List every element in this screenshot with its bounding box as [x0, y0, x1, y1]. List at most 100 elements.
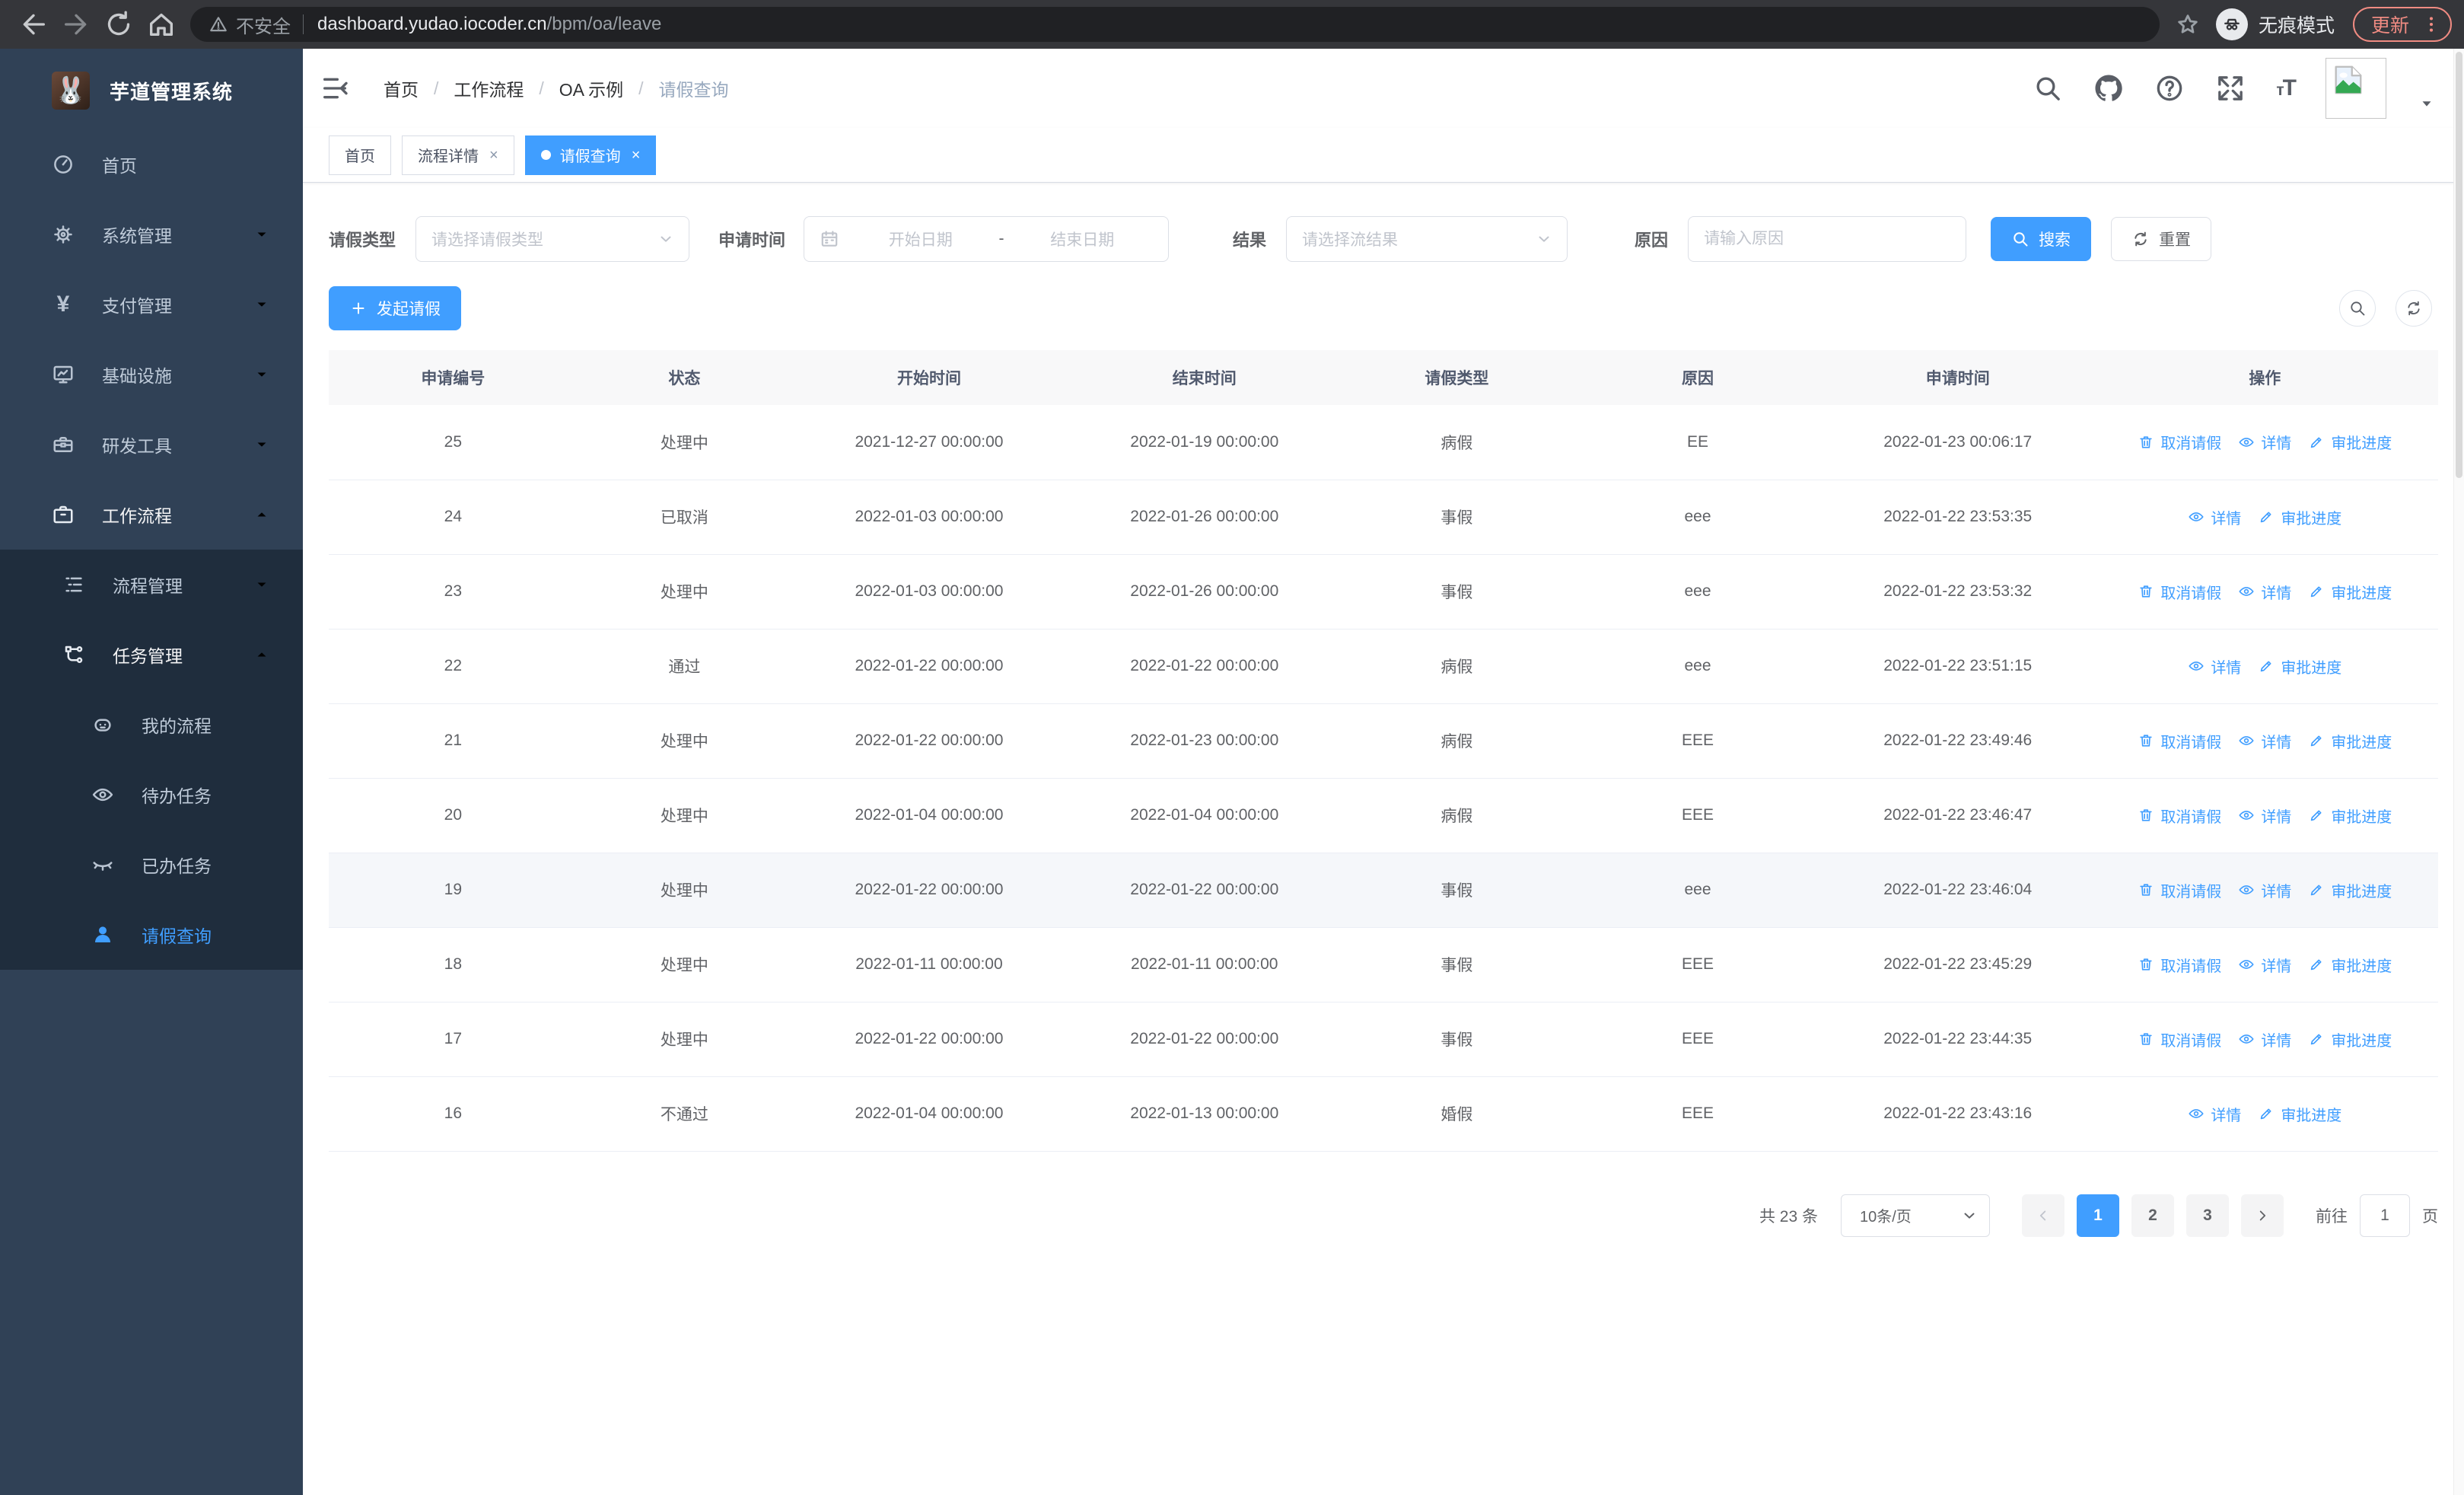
sidebar-collapse-icon[interactable] — [320, 73, 350, 104]
page-scrollbar[interactable] — [2453, 49, 2464, 1495]
result-select[interactable]: 请选择流结果 — [1286, 216, 1568, 262]
action-cancel[interactable]: 取消请假 — [2138, 879, 2221, 901]
table-row[interactable]: 16 不通过 2022-01-04 00:00:00 2022-01-13 00:00… — [329, 1076, 2438, 1152]
action-progress[interactable]: 审批进度 — [2258, 506, 2341, 528]
refresh-table-button[interactable] — [2396, 290, 2432, 327]
goto-page-input[interactable] — [2360, 1194, 2410, 1237]
action-progress[interactable]: 审批进度 — [2308, 581, 2392, 603]
action-cancel[interactable]: 取消请假 — [2138, 581, 2221, 603]
header-search-icon[interactable] — [2033, 73, 2063, 104]
sidebar-item-my-process[interactable]: 我的流程 — [0, 690, 303, 760]
tab-close-icon[interactable]: × — [489, 148, 498, 163]
table-row[interactable]: 24 已取消 2022-01-03 00:00:00 2022-01-26 00:00… — [329, 480, 2438, 555]
browser-reload-button[interactable] — [103, 9, 134, 40]
action-detail[interactable]: 详情 — [2238, 1028, 2291, 1050]
search-button[interactable]: 搜索 — [1991, 217, 2092, 261]
sidebar-item-leave-query[interactable]: 请假查询 — [0, 900, 303, 970]
action-detail[interactable]: 详情 — [2188, 1103, 2241, 1125]
table-row[interactable]: 18 处理中 2022-01-11 00:00:00 2022-01-11 00:00… — [329, 927, 2438, 1003]
toggle-search-button[interactable] — [2339, 290, 2376, 327]
reason-input[interactable] — [1704, 230, 1951, 248]
app-logo-row[interactable]: 🐰 芋道管理系统 — [0, 49, 303, 129]
sidebar-item-process-mgmt[interactable]: 流程管理 — [0, 550, 303, 620]
breadcrumb-item[interactable]: OA 示例 — [559, 75, 623, 101]
sidebar-item-devtools[interactable]: 研发工具 — [0, 410, 303, 480]
tab-流程详情[interactable]: 流程详情 × — [402, 135, 514, 175]
table-row[interactable]: 21 处理中 2022-01-22 00:00:00 2022-01-23 00:00… — [329, 703, 2438, 779]
action-progress[interactable]: 审批进度 — [2308, 879, 2392, 901]
page-size-select[interactable]: 10条/页 — [1841, 1194, 1990, 1237]
action-progress[interactable]: 审批进度 — [2308, 431, 2392, 453]
action-label: 取消请假 — [2160, 435, 2222, 453]
action-detail[interactable]: 详情 — [2188, 506, 2241, 528]
action-detail[interactable]: 详情 — [2238, 954, 2291, 976]
tab-close-icon[interactable]: × — [632, 148, 641, 163]
tab-请假查询[interactable]: 请假查询 × — [524, 135, 657, 175]
help-icon[interactable] — [2154, 73, 2185, 104]
browser-update-button[interactable]: 更新 — [2352, 7, 2452, 42]
action-progress[interactable]: 审批进度 — [2308, 730, 2392, 752]
browser-forward-button[interactable] — [61, 9, 91, 40]
action-progress[interactable]: 审批进度 — [2308, 954, 2392, 976]
user-menu-caret-icon[interactable] — [2418, 95, 2435, 112]
browser-menu-icon[interactable] — [2421, 14, 2441, 34]
action-cancel[interactable]: 取消请假 — [2138, 1028, 2221, 1050]
breadcrumb-item[interactable]: 工作流程 — [454, 75, 524, 101]
table-row[interactable]: 23 处理中 2022-01-03 00:00:00 2022-01-26 00:00… — [329, 554, 2438, 630]
sidebar-item-task-mgmt[interactable]: 任务管理 — [0, 620, 303, 690]
page-button-2[interactable]: 2 — [2131, 1194, 2174, 1237]
address-bar[interactable]: 不安全 dashboard.yudao.iocoder.cn/bpm/oa/le… — [190, 7, 2160, 42]
scrollbar-thumb[interactable] — [2456, 52, 2462, 478]
action-detail[interactable]: 详情 — [2238, 879, 2291, 901]
action-detail[interactable]: 详情 — [2188, 655, 2241, 677]
create-leave-button[interactable]: 发起请假 — [329, 286, 461, 330]
update-label: 更新 — [2370, 15, 2409, 37]
sidebar-item-workflow[interactable]: 工作流程 — [0, 480, 303, 550]
breadcrumb-item[interactable]: 首页 — [384, 75, 419, 101]
action-cancel[interactable]: 取消请假 — [2138, 805, 2221, 827]
table-row[interactable]: 22 通过 2022-01-22 00:00:00 2022-01-22 00:00:… — [329, 629, 2438, 704]
apply-time-range-picker[interactable]: 开始日期 - 结束日期 — [804, 216, 1170, 262]
action-detail[interactable]: 详情 — [2238, 805, 2291, 827]
action-detail[interactable]: 详情 — [2238, 730, 2291, 752]
action-progress[interactable]: 审批进度 — [2308, 1028, 2392, 1050]
next-page-button[interactable] — [2241, 1194, 2284, 1237]
chevron-down-icon — [657, 230, 675, 248]
leave-type-select[interactable]: 请选择请假类型 — [415, 216, 690, 262]
action-progress[interactable]: 审批进度 — [2308, 805, 2392, 827]
font-size-icon[interactable]: тT — [2276, 75, 2297, 101]
eye-icon — [2238, 583, 2255, 600]
sidebar-item-todo-task[interactable]: 待办任务 — [0, 760, 303, 830]
user-avatar[interactable] — [2326, 58, 2386, 119]
sidebar-item-infra[interactable]: 基础设施 — [0, 339, 303, 410]
bookmark-star-icon[interactable] — [2175, 11, 2201, 37]
table-row[interactable]: 19 处理中 2022-01-22 00:00:00 2022-01-22 00:00… — [329, 853, 2438, 928]
sidebar-item-home[interactable]: 首页 — [0, 129, 303, 199]
browser-home-button[interactable] — [146, 9, 177, 40]
prev-page-button[interactable] — [2022, 1194, 2064, 1237]
action-detail[interactable]: 详情 — [2238, 581, 2291, 603]
table-row[interactable]: 17 处理中 2022-01-22 00:00:00 2022-01-22 00:00… — [329, 1002, 2438, 1077]
table-row[interactable]: 25 处理中 2021-12-27 00:00:00 2022-01-19 00:00… — [329, 405, 2438, 480]
sidebar-item-done-task[interactable]: 已办任务 — [0, 830, 303, 900]
action-cancel[interactable]: 取消请假 — [2138, 730, 2221, 752]
reset-button[interactable]: 重置 — [2111, 217, 2212, 261]
action-detail[interactable]: 详情 — [2238, 431, 2291, 453]
page-button-1[interactable]: 1 — [2077, 1194, 2119, 1237]
action-cancel[interactable]: 取消请假 — [2138, 954, 2221, 976]
cell-type: 事假 — [1342, 853, 1572, 928]
sidebar-item-system[interactable]: 系统管理 — [0, 199, 303, 269]
sidebar-item-payment[interactable]: ¥ 支付管理 — [0, 269, 303, 339]
fullscreen-icon[interactable] — [2215, 73, 2246, 104]
security-warning-icon[interactable] — [209, 14, 228, 34]
action-progress[interactable]: 审批进度 — [2258, 1103, 2341, 1125]
table-row[interactable]: 20 处理中 2022-01-04 00:00:00 2022-01-04 00:00… — [329, 778, 2438, 853]
action-cancel[interactable]: 取消请假 — [2138, 431, 2221, 453]
action-progress[interactable]: 审批进度 — [2258, 655, 2341, 677]
browser-back-button[interactable] — [18, 9, 49, 40]
page-button-3[interactable]: 3 — [2186, 1194, 2229, 1237]
sidebar-item-label: 请假查询 — [142, 926, 212, 946]
action-label: 审批进度 — [2331, 883, 2392, 901]
github-icon[interactable] — [2093, 73, 2124, 104]
tab-首页[interactable]: 首页 — [329, 135, 391, 175]
